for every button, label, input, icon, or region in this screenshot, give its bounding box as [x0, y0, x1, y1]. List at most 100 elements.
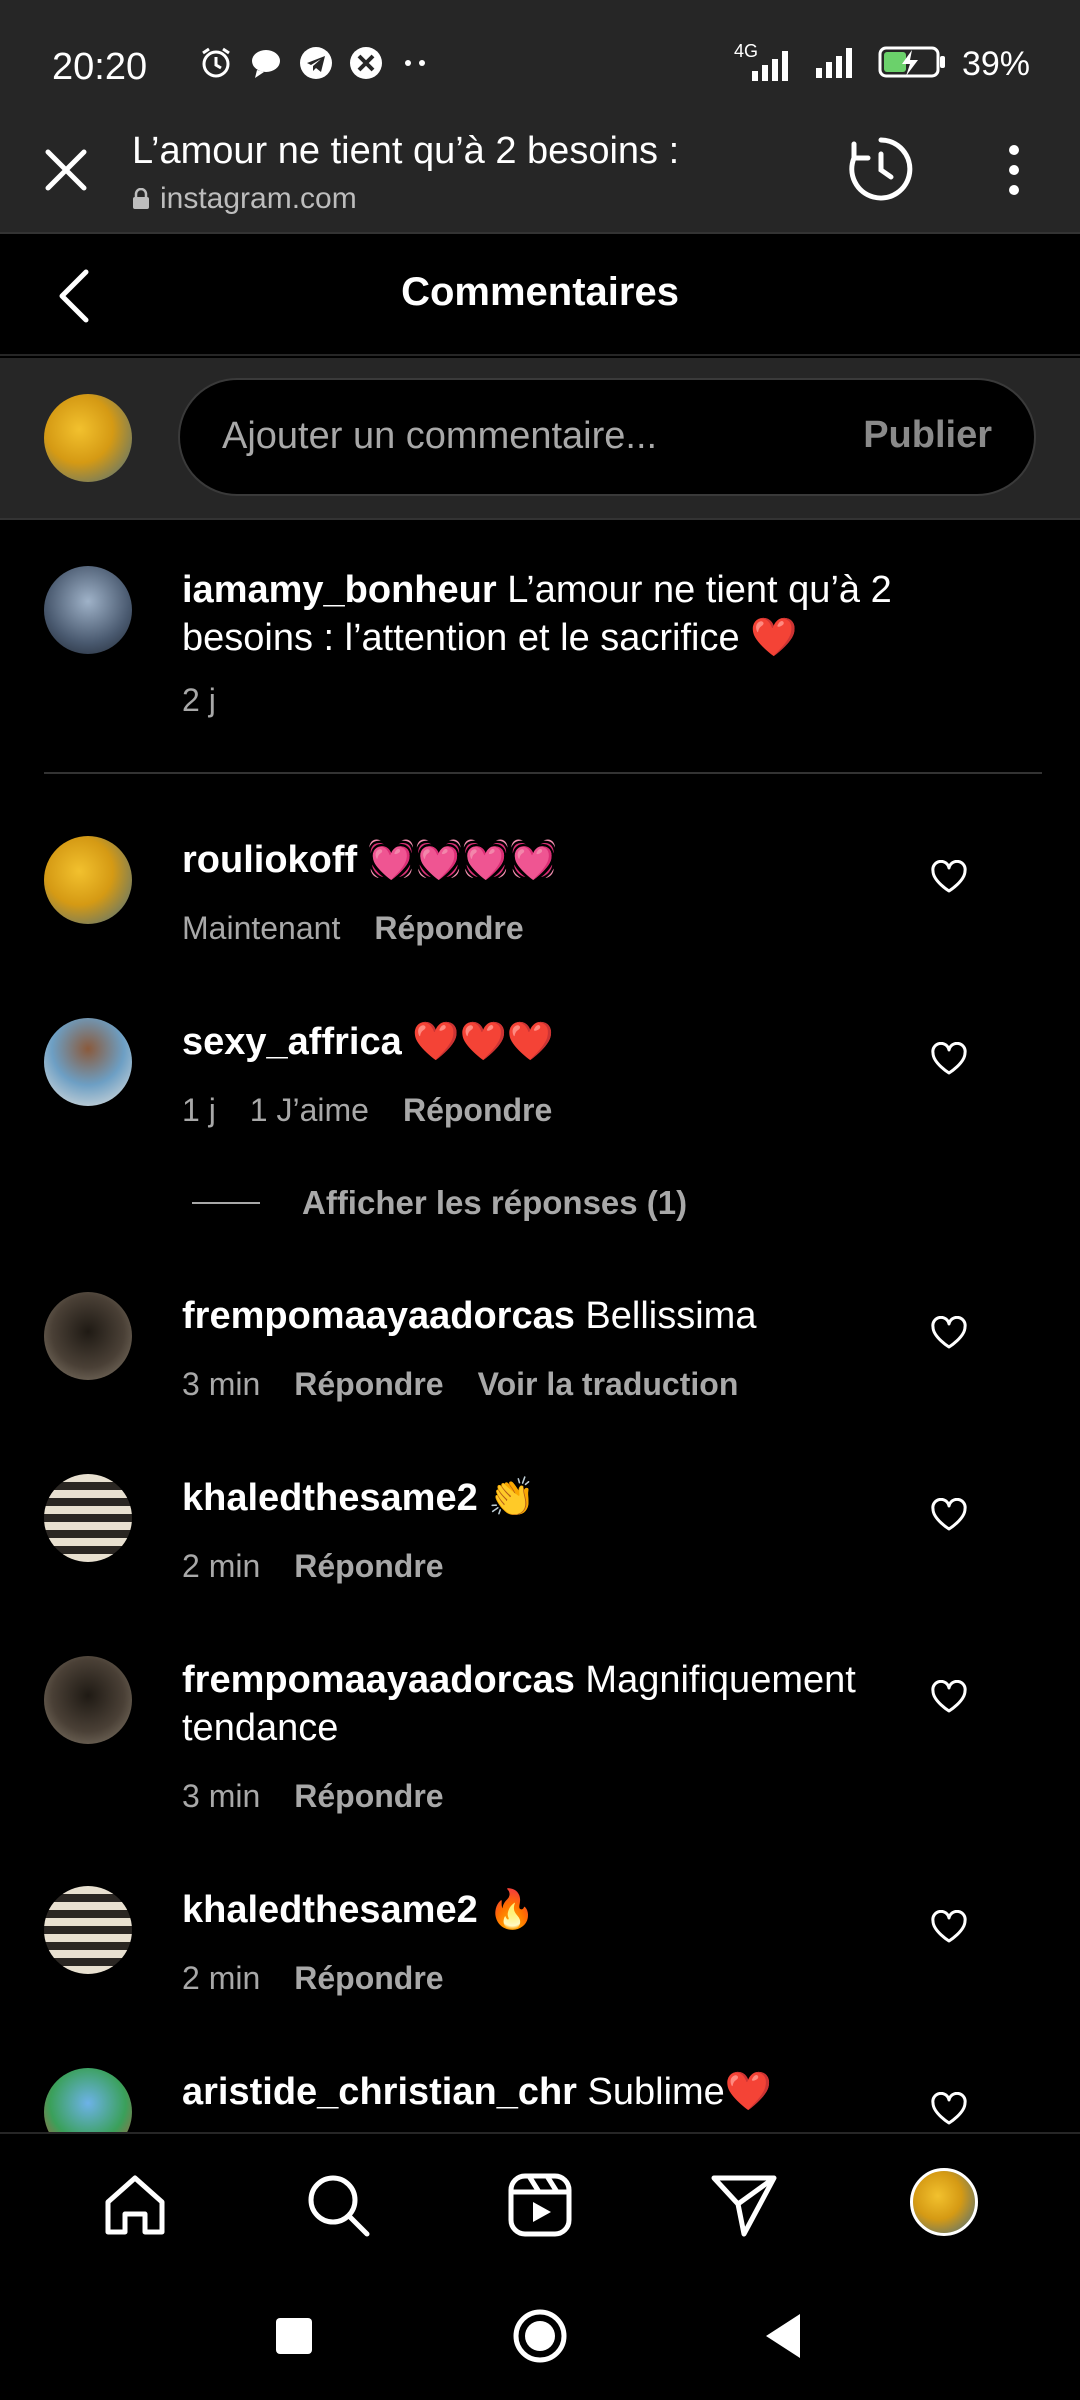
avatar[interactable]	[44, 566, 132, 654]
comment-meta: 3 min Répondre Voir la traduction	[182, 1366, 738, 1403]
alarm-icon	[198, 45, 234, 81]
divider	[44, 772, 1042, 774]
xender-icon	[348, 45, 384, 81]
comment-text: khaledthesame2 🔥	[182, 1886, 536, 1934]
more-notifications-icon	[398, 45, 434, 81]
view-replies-button[interactable]: Afficher les réponses (1)	[192, 1184, 687, 1222]
comment-text: rouliokoff 💓💓💓💓	[182, 836, 557, 884]
avatar[interactable]	[44, 1656, 132, 1744]
browser-bar: L’amour ne tient qu’à 2 besoins : instag…	[0, 120, 1080, 234]
comments-header: Commentaires	[0, 236, 1080, 356]
current-user-avatar	[44, 394, 132, 482]
chat-bubble-icon	[248, 45, 284, 81]
comment-body: Sublime❤️	[587, 2071, 773, 2113]
signal-icon	[812, 44, 864, 85]
caption-line-1: L’amour ne tient qu’à 2	[507, 569, 892, 611]
history-icon[interactable]	[846, 134, 916, 204]
see-translation-button[interactable]: Voir la traduction	[478, 1366, 739, 1403]
recents-icon[interactable]	[264, 2306, 324, 2366]
comment-time: Maintenant	[182, 910, 341, 946]
comment-username[interactable]: frempomaayaadorcas	[182, 1659, 575, 1701]
comment-time: 1 j	[182, 1092, 216, 1128]
reply-button[interactable]: Répondre	[403, 1092, 552, 1129]
status-notification-icons	[198, 45, 434, 81]
comment-meta: 2 min Répondre	[182, 1960, 444, 1997]
avatar[interactable]	[44, 836, 132, 924]
comment-body-line-2: tendance	[182, 1707, 339, 1749]
heart-icon[interactable]	[930, 1316, 968, 1350]
reply-button[interactable]: Répondre	[294, 1548, 443, 1585]
comment-composer: Publier	[0, 358, 1080, 520]
browser-url: instagram.com	[132, 182, 357, 216]
comment-username[interactable]: sexy_affrica	[182, 1021, 402, 1063]
caption-time: 2 j	[182, 682, 216, 718]
profile-avatar[interactable]	[910, 2168, 978, 2236]
caption-meta: 2 j	[182, 682, 216, 719]
comment-username[interactable]: aristide_christian_chr	[182, 2071, 577, 2113]
system-navigation-bar	[0, 2272, 1080, 2400]
heart-icon[interactable]	[930, 1680, 968, 1714]
reply-button[interactable]: Répondre	[294, 1778, 443, 1815]
page-title: Commentaires	[401, 270, 679, 314]
heart-icon[interactable]	[930, 1910, 968, 1944]
comment-input-wrapper: Publier	[178, 378, 1036, 496]
status-time: 20:20	[52, 46, 148, 88]
comment-body: ❤️❤️❤️	[412, 1021, 555, 1063]
comment-body: Bellissima	[585, 1295, 757, 1337]
more-icon[interactable]	[996, 142, 1032, 198]
comment-meta: 3 min Répondre	[182, 1778, 444, 1815]
home-icon[interactable]	[100, 2170, 170, 2240]
avatar[interactable]	[44, 1292, 132, 1380]
comment-text: frempomaayaadorcas Bellissima	[182, 1292, 756, 1340]
comment-time: 2 min	[182, 1548, 261, 1584]
reply-button[interactable]: Répondre	[374, 910, 523, 947]
comment-time: 2 min	[182, 1960, 261, 1996]
comment-username[interactable]: khaledthesame2	[182, 1477, 478, 1519]
comment-meta: Maintenant Répondre	[182, 910, 524, 947]
search-icon[interactable]	[303, 2170, 373, 2240]
comment-username[interactable]: frempomaayaadorcas	[182, 1295, 575, 1337]
battery-percent: 39%	[961, 45, 1030, 83]
battery-charging-icon	[878, 44, 948, 85]
comment-time: 3 min	[182, 1778, 261, 1814]
heart-icon[interactable]	[930, 860, 968, 894]
caption-line-2: besoins : l’attention et le sacrifice ❤️	[182, 617, 798, 659]
comment-meta: 2 min Répondre	[182, 1548, 444, 1585]
comment-time: 3 min	[182, 1366, 261, 1402]
heart-icon[interactable]	[930, 1498, 968, 1532]
view-replies-line	[192, 1202, 260, 1204]
direct-icon[interactable]	[708, 2170, 778, 2240]
heart-icon[interactable]	[930, 2092, 968, 2126]
comment-text: aristide_christian_chr Sublime❤️	[182, 2068, 772, 2116]
comment-input[interactable]	[222, 408, 822, 464]
back-button-icon[interactable]	[756, 2306, 816, 2366]
avatar[interactable]	[44, 1474, 132, 1562]
browser-page-title: L’amour ne tient qu’à 2 besoins :	[132, 130, 680, 172]
comment-username[interactable]: rouliokoff	[182, 839, 357, 881]
heart-icon[interactable]	[930, 1042, 968, 1076]
home-button-icon[interactable]	[510, 2306, 570, 2366]
comment-likes[interactable]: 1 J’aime	[250, 1092, 369, 1129]
close-icon[interactable]	[40, 144, 92, 196]
comment-meta: 1 j 1 J’aime Répondre	[182, 1092, 552, 1129]
reply-button[interactable]: Répondre	[294, 1366, 443, 1403]
comment-body: 💓💓💓💓	[367, 839, 558, 881]
view-replies-label: Afficher les réponses (1)	[302, 1184, 688, 1221]
comment-body: 👏	[488, 1477, 536, 1519]
lock-icon	[133, 188, 149, 209]
comment-text: khaledthesame2 👏	[182, 1474, 536, 1522]
post-caption: iamamy_bonheur L’amour ne tient qu’à 2 b…	[0, 522, 1080, 774]
comment-text: frempomaayaadorcas Magnifiquement tendan…	[182, 1656, 856, 1752]
caption-username[interactable]: iamamy_bonheur	[182, 569, 497, 611]
publish-button[interactable]: Publier	[863, 414, 992, 457]
reply-button[interactable]: Répondre	[294, 1960, 443, 1997]
avatar[interactable]	[44, 1018, 132, 1106]
signal-4g-icon: 4G	[734, 41, 798, 83]
telegram-icon	[298, 45, 334, 81]
avatar[interactable]	[44, 2068, 132, 2132]
comment-username[interactable]: khaledthesame2	[182, 1889, 478, 1931]
avatar[interactable]	[44, 1886, 132, 1974]
reels-icon[interactable]	[505, 2170, 575, 2240]
caption-text: iamamy_bonheur L’amour ne tient qu’à 2 b…	[182, 566, 892, 662]
comment-body: 🔥	[488, 1889, 536, 1931]
